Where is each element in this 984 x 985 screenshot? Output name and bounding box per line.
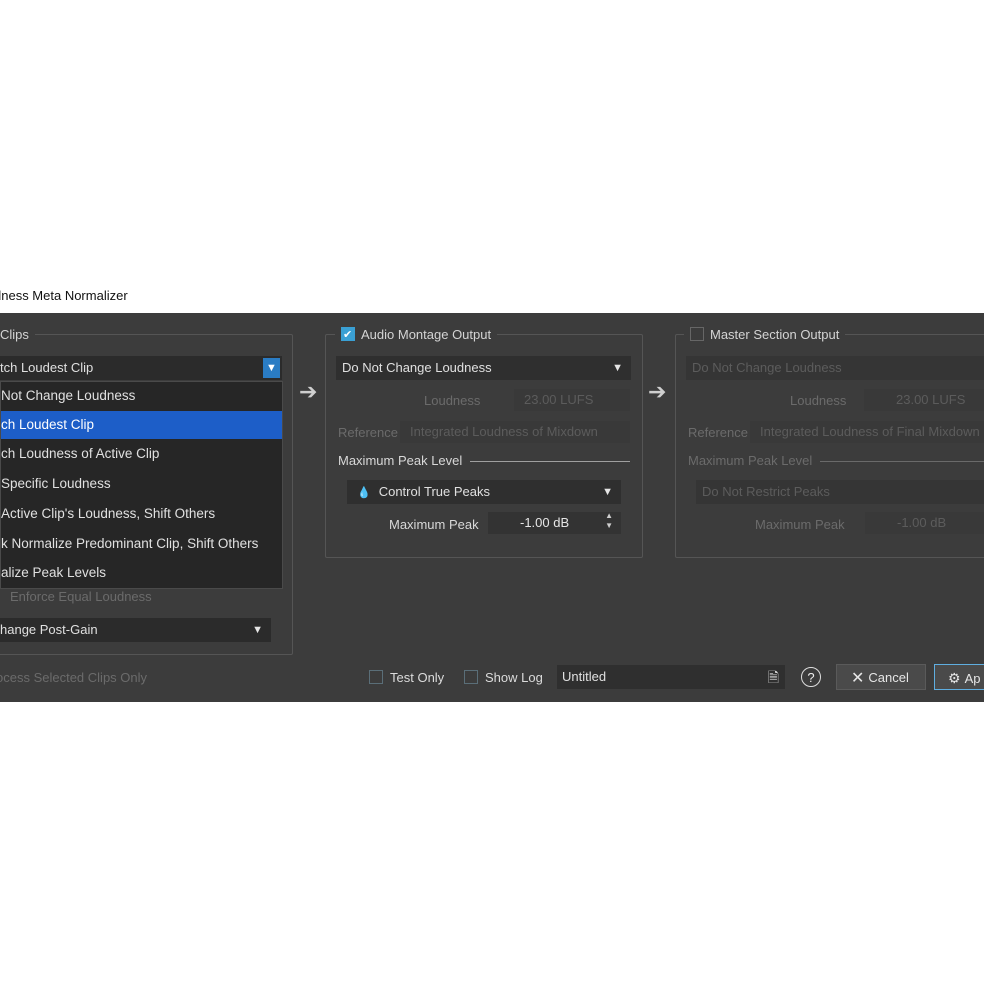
- clips-mode-value: tch Loudest Clip: [0, 360, 94, 375]
- help-icon[interactable]: ?: [801, 667, 821, 687]
- master-max-peak-field[interactable]: -1.00 dB: [865, 512, 984, 534]
- montage-loudness-label: Loudness: [424, 393, 481, 408]
- montage-reference-label: Reference: [338, 425, 398, 440]
- post-gain-combo[interactable]: hange Post-Gain ▼: [0, 618, 271, 642]
- clips-mode-menu: Not Change Loudness ch Loudest Clip ch L…: [0, 381, 283, 589]
- montage-group-header: Audio Montage Output: [335, 327, 498, 343]
- drop-icon: 💧: [357, 487, 371, 499]
- montage-peak-separator: [470, 461, 630, 462]
- preset-name-field[interactable]: Untitled 🗎: [557, 665, 785, 689]
- master-loudness-value: Do Not Change Loudness: [692, 360, 842, 375]
- montage-loudness-combo[interactable]: Do Not Change Loudness ▼: [336, 356, 631, 380]
- spin-icon[interactable]: ▲ ▼: [605, 511, 613, 531]
- master-loudness-label: Loudness: [790, 393, 847, 408]
- chevron-down-icon: ▼: [252, 624, 263, 636]
- enforce-equal-loudness-label: Enforce Equal Loudness: [10, 589, 152, 604]
- master-output-checkbox[interactable]: [690, 327, 704, 341]
- menu-item[interactable]: ch Loudness of Active Clip: [1, 440, 282, 468]
- apply-label: Ap: [964, 671, 981, 686]
- document-icon[interactable]: 🗎: [768, 665, 779, 689]
- arrow-right-icon: ➔: [648, 379, 667, 404]
- master-group-header: Master Section Output: [684, 327, 846, 343]
- chevron-down-icon[interactable]: ▼: [263, 358, 280, 378]
- close-icon: ✕: [851, 670, 865, 687]
- test-only-checkbox[interactable]: [369, 670, 383, 684]
- show-log-label[interactable]: Show Log: [485, 670, 543, 685]
- master-loudness-combo[interactable]: Do Not Change Loudness: [686, 356, 984, 380]
- apply-button[interactable]: ⚙ Ap: [934, 664, 984, 690]
- montage-group-title: Audio Montage Output: [361, 327, 492, 342]
- menu-item[interactable]: Specific Loudness: [1, 470, 282, 498]
- menu-item-selected[interactable]: ch Loudest Clip: [1, 411, 282, 439]
- master-peak-value: Do Not Restrict Peaks: [702, 484, 830, 499]
- clips-group-title: Clips: [0, 327, 35, 343]
- master-peak-combo[interactable]: Do Not Restrict Peaks: [696, 480, 984, 504]
- chevron-down-icon: ▼: [612, 362, 623, 374]
- montage-peak-section-label: Maximum Peak Level: [338, 453, 463, 468]
- montage-max-peak-label: Maximum Peak: [389, 517, 479, 532]
- montage-peak-value: Control True Peaks: [378, 484, 490, 499]
- show-log-checkbox[interactable]: [464, 670, 478, 684]
- montage-loudness-field[interactable]: 23.00 LUFS: [514, 389, 630, 411]
- master-peak-section-label: Maximum Peak Level: [688, 453, 813, 468]
- test-only-label[interactable]: Test Only: [390, 670, 444, 685]
- menu-item[interactable]: Active Clip's Loudness, Shift Others: [1, 500, 282, 528]
- arrow-right-icon: ➔: [299, 379, 318, 404]
- process-selected-label[interactable]: ocess Selected Clips Only: [0, 670, 147, 685]
- cancel-label: Cancel: [868, 670, 909, 685]
- menu-item[interactable]: Not Change Loudness: [1, 382, 282, 410]
- menu-item[interactable]: k Normalize Predominant Clip, Shift Othe…: [1, 530, 282, 558]
- montage-output-checkbox[interactable]: [341, 327, 355, 343]
- master-max-peak-label: Maximum Peak: [755, 517, 845, 532]
- dialog-title: dness Meta Normalizer: [0, 288, 128, 303]
- chevron-down-icon: ▼: [602, 486, 613, 498]
- master-reference-field[interactable]: Integrated Loudness of Final Mixdown: [750, 421, 984, 443]
- montage-peak-combo[interactable]: 💧 Control True Peaks ▼: [347, 480, 621, 504]
- gears-icon: ⚙: [948, 670, 961, 686]
- montage-max-peak-field[interactable]: -1.00 dB ▲ ▼: [488, 511, 621, 534]
- master-reference-label: Reference: [688, 425, 748, 440]
- preset-name-value: Untitled: [562, 669, 607, 684]
- menu-item[interactable]: alize Peak Levels: [1, 559, 282, 587]
- post-gain-value: hange Post-Gain: [0, 622, 98, 637]
- cancel-button[interactable]: ✕ Cancel: [836, 664, 926, 690]
- master-group-title: Master Section Output: [710, 327, 840, 342]
- master-loudness-field[interactable]: 23.00 LUFS: [864, 389, 984, 411]
- master-peak-separator: [820, 461, 984, 462]
- montage-reference-field[interactable]: Integrated Loudness of Mixdown: [400, 421, 630, 443]
- clips-mode-combo[interactable]: tch Loudest Clip ▼: [0, 356, 282, 380]
- montage-max-peak-value: -1.00 dB: [520, 515, 570, 530]
- montage-loudness-value: Do Not Change Loudness: [342, 360, 492, 375]
